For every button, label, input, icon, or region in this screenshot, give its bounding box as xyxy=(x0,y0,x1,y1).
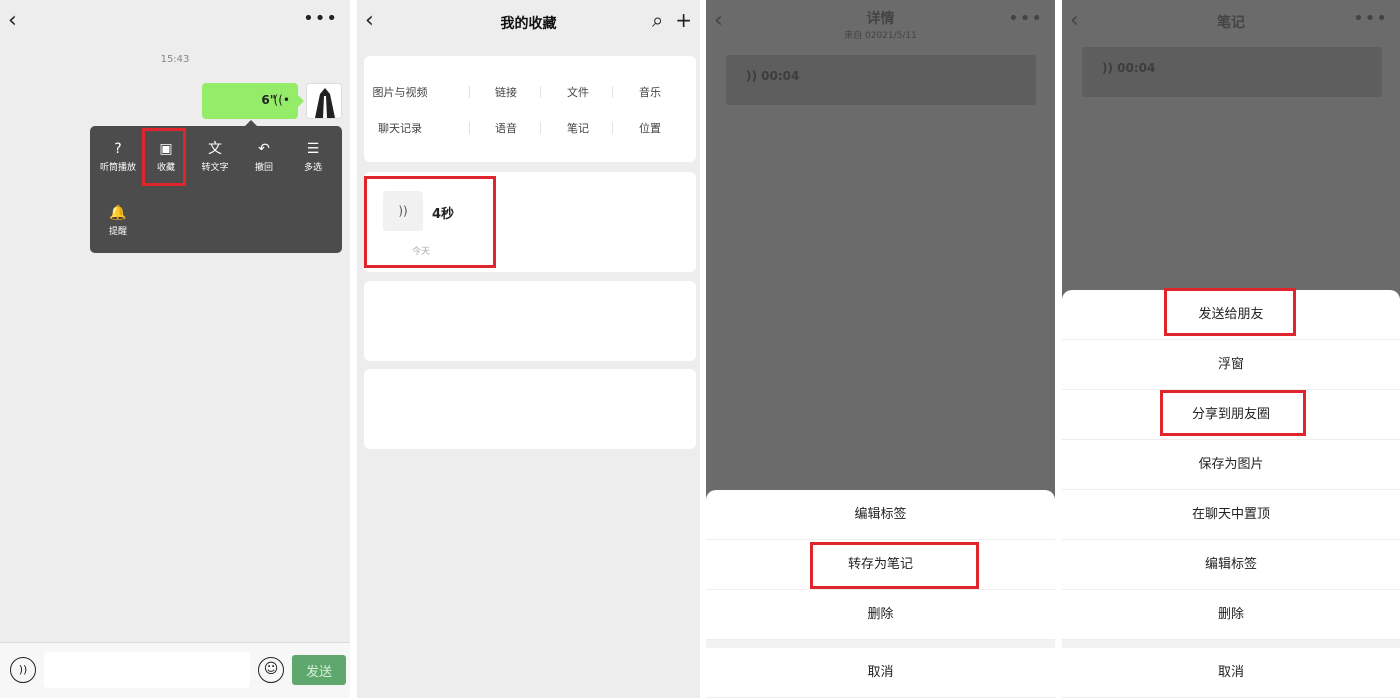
menu-label: 提醒 xyxy=(108,227,127,237)
bubble-tail xyxy=(298,95,304,107)
duration-text: 00:04 xyxy=(761,69,800,83)
cancel-button[interactable]: 取消 xyxy=(706,648,1055,698)
menu-label: 撤回 xyxy=(254,163,273,173)
chat-header: ‹ ••• xyxy=(0,0,350,44)
divider xyxy=(540,122,541,134)
voice-card: )) 00:04 xyxy=(726,55,1036,105)
favorite-item[interactable] xyxy=(364,369,696,449)
sheet-item-delete[interactable]: 删除 xyxy=(1062,590,1400,640)
favorites-header: ‹ 我的收藏 ⌕ + xyxy=(357,0,700,44)
menu-item-earpiece[interactable]: ? 听筒播放 xyxy=(93,140,143,173)
add-icon[interactable]: + xyxy=(675,8,692,32)
menu-label: 多选 xyxy=(303,163,322,173)
divider xyxy=(540,86,541,98)
note-screen: ‹ 笔记 ••• )) 00:04 发送给朋友 浮窗 分享到朋友圈 保存为图片 … xyxy=(1062,0,1400,698)
highlight-box xyxy=(810,542,979,589)
message-input[interactable] xyxy=(44,652,250,688)
message-context-menu: ? 听筒播放 ▣ 收藏 文 转文字 ↶ 撤回 ☰ 多选 🔔 提醒 xyxy=(90,120,342,253)
action-sheet: 发送给朋友 浮窗 分享到朋友圈 保存为图片 在聊天中置顶 编辑标签 删除 取消 xyxy=(1062,290,1400,698)
sheet-item-pin-chat[interactable]: 在聊天中置顶 xyxy=(1062,490,1400,540)
undo-icon: ↶ xyxy=(258,141,270,157)
menu-item-to-text[interactable]: 文 转文字 xyxy=(190,140,240,173)
menu-item-recall[interactable]: ↶ 撤回 xyxy=(239,140,289,173)
category-grid: 图片与视频 链接 文件 音乐 聊天记录 语音 笔记 位置 xyxy=(364,56,696,162)
bell-icon: 🔔 xyxy=(109,205,127,221)
avatar[interactable] xyxy=(306,83,342,119)
divider xyxy=(612,122,613,134)
more-icon: ••• xyxy=(1353,8,1388,29)
voice-duration: )) 00:04 xyxy=(746,69,799,83)
detail-screen: ‹ 详情 来自 02021/5/11 ••• )) 00:04 编辑标签 转存为… xyxy=(706,0,1055,698)
duration-text: 00:04 xyxy=(1117,61,1156,75)
voice-message-bubble[interactable]: 6" ((• xyxy=(202,83,304,119)
voice-card: )) 00:04 xyxy=(1082,47,1382,97)
category-item[interactable]: 图片与视频 xyxy=(364,84,436,100)
category-item[interactable]: 语音 xyxy=(470,120,542,136)
action-sheet: 编辑标签 转存为笔记 删除 取消 xyxy=(706,490,1055,698)
highlight-box xyxy=(1164,288,1296,336)
page-title: 笔记 xyxy=(1217,15,1245,31)
voice-wave-icon: )) xyxy=(1102,61,1118,75)
divider xyxy=(469,86,470,98)
chat-input-bar: )) ☺ 发送 xyxy=(0,642,350,698)
back-icon[interactable]: ‹ xyxy=(8,8,17,33)
search-icon[interactable]: ⌕ xyxy=(652,8,663,32)
menu-item-multiselect[interactable]: ☰ 多选 xyxy=(288,140,338,173)
list-icon: ☰ xyxy=(306,141,320,157)
page-title: 详情 xyxy=(866,11,895,27)
emoji-icon[interactable]: ☺ xyxy=(258,657,284,683)
header-actions: ⌕ + xyxy=(640,8,692,32)
sheet-item-save-image[interactable]: 保存为图片 xyxy=(1062,440,1400,490)
category-item[interactable]: 音乐 xyxy=(614,84,686,100)
sheet-item-edit-tags[interactable]: 编辑标签 xyxy=(1062,540,1400,590)
menu-arrow xyxy=(245,120,257,126)
category-item[interactable]: 位置 xyxy=(614,120,686,136)
text-icon: 文 xyxy=(208,141,222,157)
more-icon: ••• xyxy=(1008,8,1043,29)
category-item[interactable]: 文件 xyxy=(542,84,614,100)
divider xyxy=(469,122,470,134)
menu-item-remind[interactable]: 🔔 提醒 xyxy=(93,204,143,237)
sheet-item-edit-tags[interactable]: 编辑标签 xyxy=(706,490,1055,540)
divider xyxy=(612,86,613,98)
send-button[interactable]: 发送 xyxy=(292,655,346,685)
favorite-item[interactable] xyxy=(364,281,696,361)
divider xyxy=(1062,640,1400,648)
highlight-box xyxy=(364,176,496,268)
voice-input-icon[interactable]: )) xyxy=(10,657,36,683)
ear-icon: ? xyxy=(114,141,122,157)
highlight-box xyxy=(142,128,186,186)
cancel-button[interactable]: 取消 xyxy=(1062,648,1400,698)
avatar-image xyxy=(307,84,341,118)
highlight-box xyxy=(1160,390,1306,436)
menu-label: 听筒播放 xyxy=(99,163,136,173)
divider xyxy=(706,640,1055,648)
category-item[interactable]: 笔记 xyxy=(542,120,614,136)
chat-screen: ‹ ••• 15:43 6" ((• ? 听筒播放 ▣ 收藏 文 转文字 ↶ 撤… xyxy=(0,0,350,698)
category-item[interactable]: 聊天记录 xyxy=(364,120,436,136)
message-time: 15:43 xyxy=(160,54,190,65)
sheet-item-delete[interactable]: 删除 xyxy=(706,590,1055,640)
category-item[interactable]: 链接 xyxy=(470,84,542,100)
voice-wave-icon: )) xyxy=(746,69,762,83)
favorites-screen: ‹ 我的收藏 ⌕ + 图片与视频 链接 文件 音乐 聊天记录 语音 笔记 位置 )… xyxy=(357,0,700,698)
voice-duration: )) 00:04 xyxy=(1102,61,1155,75)
more-icon[interactable]: ••• xyxy=(303,8,338,29)
voice-wave-icon: ((• xyxy=(273,93,290,107)
menu-label: 转文字 xyxy=(201,163,229,173)
page-subtitle: 来自 02021/5/11 xyxy=(844,31,917,41)
sheet-item-float-window[interactable]: 浮窗 xyxy=(1062,340,1400,390)
